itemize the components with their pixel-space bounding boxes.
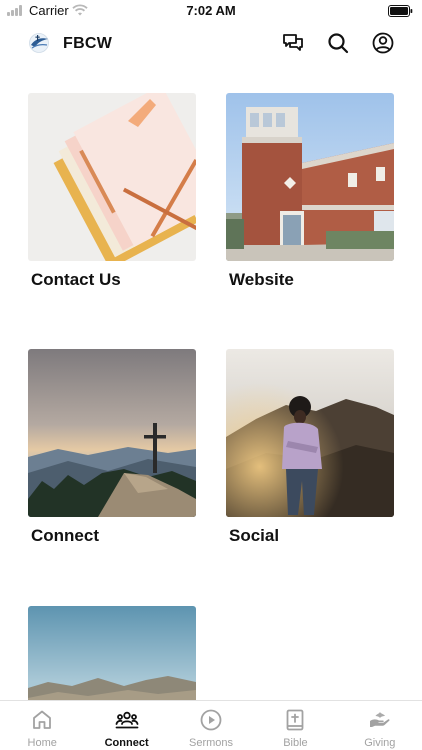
tile-label: Social <box>229 526 280 545</box>
home-icon <box>33 710 52 729</box>
profile-icon[interactable] <box>371 31 395 55</box>
tile-label: Connect <box>31 526 99 545</box>
tab-label: Giving <box>364 737 396 749</box>
envelopes-and-pen-photo <box>28 93 196 261</box>
tab-sermons[interactable]: Sermons <box>169 701 253 750</box>
tile-website[interactable]: Website <box>226 93 394 290</box>
search-icon[interactable] <box>326 31 350 55</box>
giving-icon <box>369 712 390 727</box>
tab-label: Home <box>27 737 57 749</box>
church-logo-icon[interactable] <box>27 31 51 55</box>
tile-social[interactable]: Social <box>226 349 394 546</box>
group-icon <box>115 711 139 729</box>
tab-bible[interactable]: Bible <box>253 701 337 750</box>
tab-giving[interactable]: Giving <box>338 701 422 750</box>
desert-mountains-photo <box>28 606 196 700</box>
tab-label: Connect <box>104 737 149 749</box>
tab-home[interactable]: Home <box>0 701 84 750</box>
app-title: FBCW <box>63 35 113 52</box>
status-bar: Carrier 7:02 AM <box>0 0 422 22</box>
tile-more[interactable] <box>28 606 196 700</box>
church-building-photo <box>226 93 394 261</box>
tile-connect[interactable]: Connect <box>28 349 196 546</box>
tab-label: Sermons <box>189 737 234 749</box>
tile-label: Contact Us <box>31 270 121 289</box>
chat-icon[interactable] <box>281 31 305 55</box>
tab-bar: Home Connect Sermons Bible Giving <box>0 700 422 750</box>
person-on-hill-photo <box>226 349 394 517</box>
tile-contact-us[interactable]: Contact Us <box>28 93 196 290</box>
bible-icon <box>287 709 304 731</box>
app-header: FBCW <box>0 22 422 66</box>
play-icon <box>200 709 222 731</box>
tab-connect[interactable]: Connect <box>84 701 168 750</box>
battery-icon <box>388 5 413 17</box>
tab-label: Bible <box>283 737 308 749</box>
status-time: 7:02 AM <box>186 3 236 18</box>
content-grid: Contact Us Website Connect Social <box>0 93 422 700</box>
tile-label: Website <box>229 270 294 289</box>
cross-on-mountain-photo <box>28 349 196 517</box>
